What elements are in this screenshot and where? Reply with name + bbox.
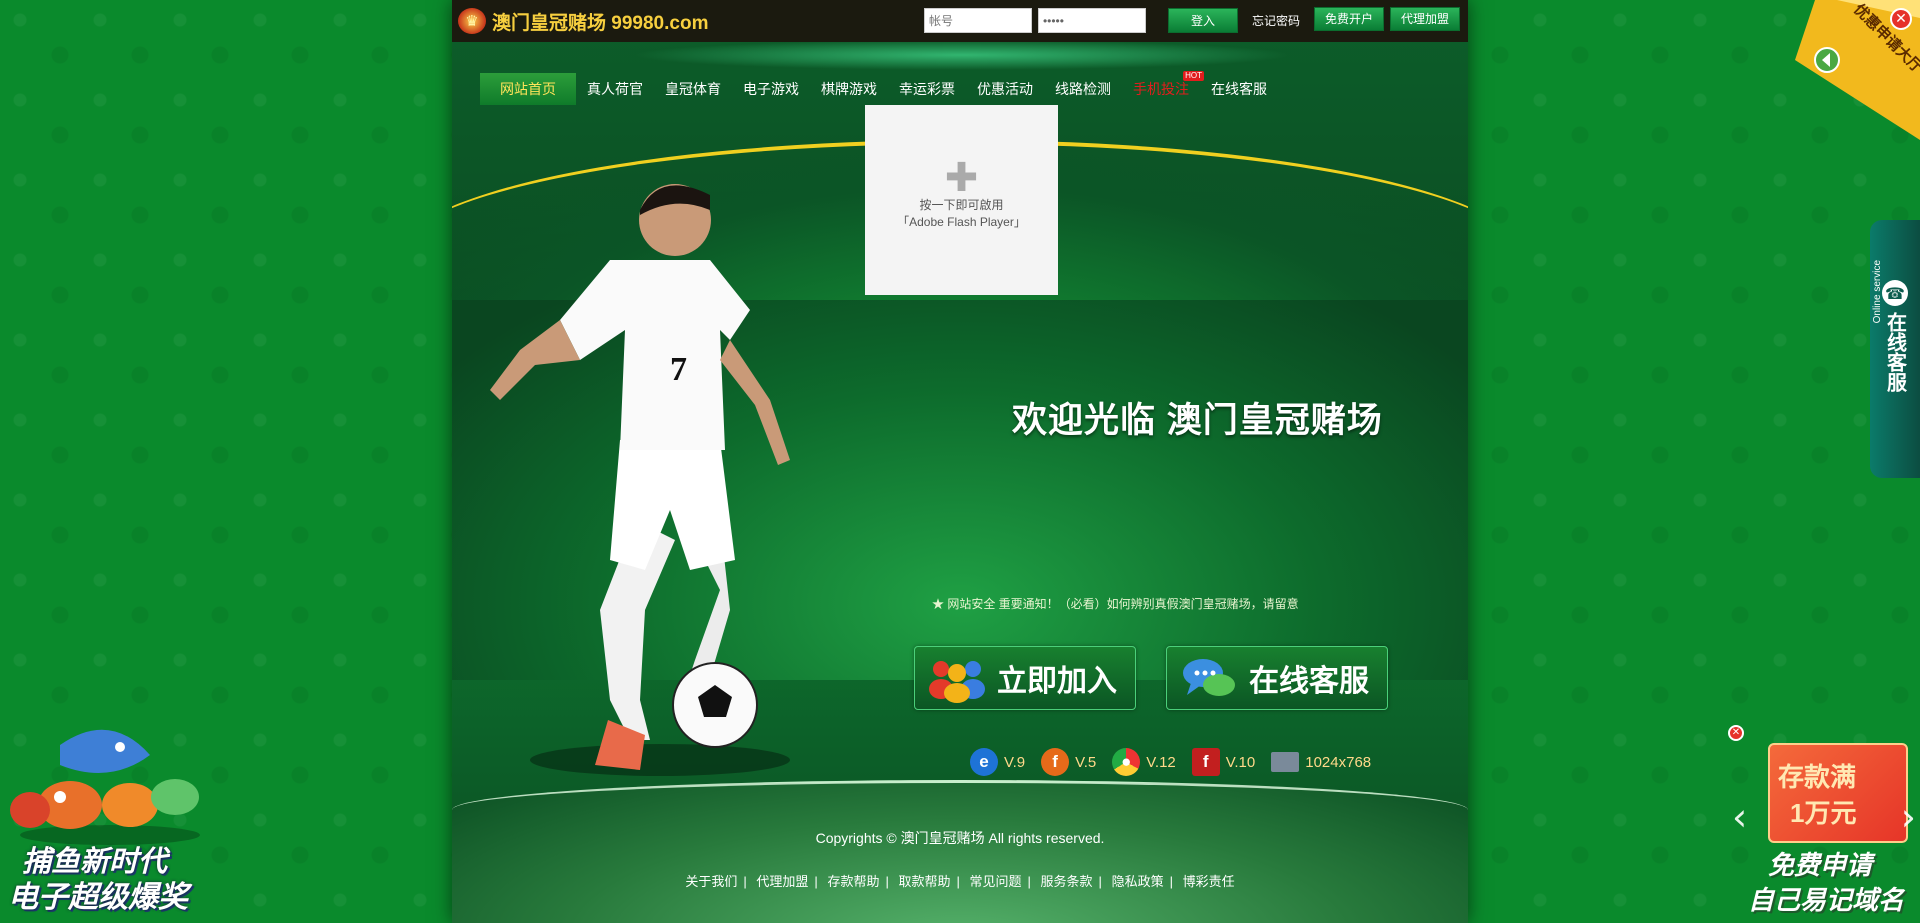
monitor-icon	[1271, 752, 1300, 772]
deposit-line1: 存款满	[1778, 762, 1857, 792]
footer-link-withdraw-help[interactable]: 取款帮助	[898, 874, 950, 889]
online-service-button[interactable]: 在线客服	[1166, 646, 1388, 710]
service-tab-label: 在线客服	[1883, 312, 1906, 392]
soccer-player-image: 7	[490, 184, 790, 776]
fish-promo-line2: 电子超级爆奖	[8, 881, 188, 914]
flash-icon: f	[1191, 748, 1220, 776]
headset-icon: ☎	[1882, 280, 1908, 306]
deposit-promo-banner[interactable]: ✕ 存款满 1万元 ‹ › 免费申请 自己易记域名	[1728, 725, 1920, 923]
svg-text:7: 7	[670, 351, 687, 388]
nav-item-mobile[interactable]: 手机投注 HOT	[1122, 71, 1204, 105]
chevron-left-icon[interactable]: ‹	[1732, 795, 1747, 839]
deposit-foot-line2: 自己易记域名	[1748, 885, 1905, 915]
footer-link-agent[interactable]: 代理加盟	[756, 874, 808, 889]
footer-link-responsibility[interactable]: 博彩责任	[1183, 874, 1235, 889]
chrome-icon: ●	[1112, 748, 1141, 776]
nav-item-mobile-label: 手机投注	[1133, 81, 1189, 97]
service-tab-en-label: Online service	[1872, 260, 1883, 324]
footer-link-about[interactable]: 关于我们	[685, 874, 737, 889]
close-icon[interactable]: ✕	[1890, 8, 1912, 30]
browser-ie-version: V.9	[1004, 753, 1026, 771]
deposit-line2: 1万元	[1790, 798, 1857, 828]
flash-message: 按一下即可啟用「Adobe Flash Player」	[897, 197, 1026, 229]
footer-wave	[452, 780, 1468, 923]
top-bar: ♛ 澳门皇冠赌场 99980.com 登入 忘记密码 免费开户 代理加盟	[452, 0, 1468, 42]
fish-cartoon-image	[10, 729, 200, 845]
chevron-right-icon[interactable]: ›	[1901, 795, 1916, 839]
puzzle-icon: ✚	[944, 155, 979, 200]
password-input[interactable]	[1037, 8, 1146, 33]
copyright-text: Copyrights © 澳门皇冠赌场 All rights reserved.	[815, 830, 1105, 846]
deposit-card: 存款满 1万元	[1768, 743, 1908, 843]
fishing-promo-banner[interactable]: 捕鱼新时代 电子超级爆奖	[0, 715, 210, 923]
nav-item-home[interactable]: 网站首页	[480, 73, 576, 105]
browser-flash-version: V.10	[1225, 753, 1256, 771]
agent-button[interactable]: 代理加盟	[1389, 6, 1460, 31]
close-icon[interactable]: ✕	[1728, 725, 1744, 741]
firefox-icon: f	[1041, 748, 1070, 776]
join-now-label: 立即加入	[997, 665, 1117, 698]
chat-bubbles-icon	[1183, 659, 1235, 696]
browser-chrome-version: V.12	[1146, 753, 1176, 771]
online-service-side-tab[interactable]: ☎ 在线客服 Online service	[1870, 220, 1920, 478]
resolution-text: 1024x768	[1305, 753, 1372, 771]
footer-link-deposit-help[interactable]: 存款帮助	[827, 874, 879, 889]
ie-icon: e	[970, 748, 998, 776]
logo-text: 澳门皇冠赌场 99980.com	[492, 12, 709, 34]
nav-item-line-check[interactable]: 线路检测	[1044, 73, 1122, 105]
users-icon	[929, 661, 985, 703]
notice-marquee[interactable]: ★ 网站安全 重要通知！（必看）如何辨别真假澳门皇冠赌场，请留意	[932, 595, 1372, 612]
nav-item-card-games[interactable]: 棋牌游戏	[810, 73, 888, 105]
browser-firefox-version: V.5	[1075, 753, 1097, 771]
forgot-password-link[interactable]: 忘记密码	[1252, 12, 1300, 29]
username-input[interactable]	[923, 8, 1032, 33]
browser-flash: f V.10	[1191, 748, 1256, 776]
browser-firefox: f V.5	[1041, 748, 1096, 776]
online-service-label: 在线客服	[1249, 665, 1369, 698]
nav-item-slots[interactable]: 电子游戏	[732, 73, 810, 105]
register-button[interactable]: 免费开户	[1313, 6, 1384, 31]
nav-glow	[632, 40, 1292, 70]
main-panel: ♛ 澳门皇冠赌场 99980.com 登入 忘记密码 免费开户 代理加盟 网站首…	[452, 0, 1468, 923]
browser-compat: e V.9 f V.5 ● V.12 f V.10 1024x768	[970, 748, 1371, 776]
site-logo[interactable]: ♛ 澳门皇冠赌场 99980.com	[458, 8, 708, 35]
nav-item-support[interactable]: 在线客服	[1200, 73, 1278, 105]
nav-item-live-dealer[interactable]: 真人荷官	[576, 73, 654, 105]
login-form: 登入 忘记密码 免费开户 代理加盟	[923, 6, 1460, 33]
welcome-heading: 欢迎光临 澳门皇冠赌场	[1012, 401, 1383, 440]
login-button[interactable]: 登入	[1167, 8, 1238, 33]
main-nav: 网站首页 真人荷官 皇冠体育 电子游戏 棋牌游戏 幸运彩票 优惠活动 线路检测 …	[480, 71, 1278, 105]
footer-link-faq[interactable]: 常见问题	[970, 874, 1022, 889]
browser-resolution: 1024x768	[1271, 752, 1371, 772]
browser-ie: e V.9	[970, 748, 1025, 776]
join-now-button[interactable]: 立即加入	[914, 646, 1136, 710]
deposit-foot-line1: 免费申请	[1768, 850, 1873, 880]
footer-links: 关于我们 | 代理加盟 | 存款帮助 | 取款帮助 | 常见问题 | 服务条款 | 隐私政策…	[685, 874, 1235, 889]
nav-item-lottery[interactable]: 幸运彩票	[888, 73, 966, 105]
crown-icon: ♛	[458, 8, 486, 34]
nav-item-promotions[interactable]: 优惠活动	[966, 73, 1044, 105]
footer-link-terms[interactable]: 服务条款	[1041, 874, 1093, 889]
nav-item-sports[interactable]: 皇冠体育	[654, 73, 732, 105]
promo-corner-banner[interactable]: 优惠申请大厅 ✕	[1775, 0, 1920, 140]
footer-link-privacy[interactable]: 隐私政策	[1112, 874, 1164, 889]
flash-placeholder[interactable]: ✚ 按一下即可啟用「Adobe Flash Player」	[865, 105, 1058, 295]
browser-chrome: ● V.12	[1112, 748, 1176, 776]
